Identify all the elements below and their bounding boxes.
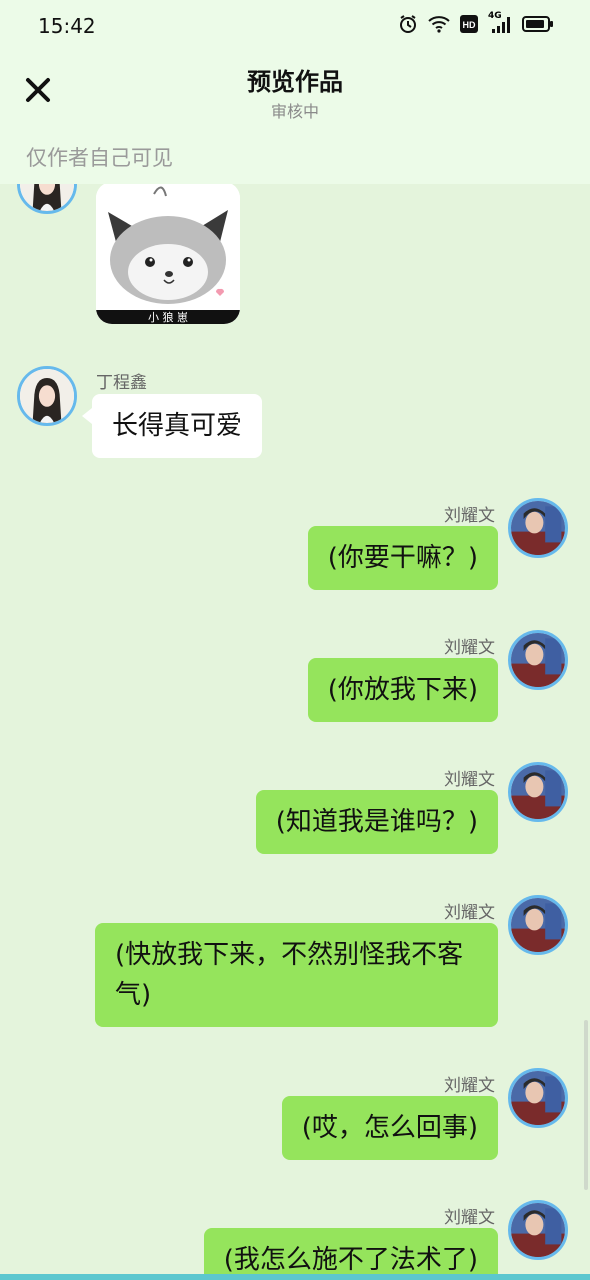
sender-name: 刘耀文 <box>444 506 495 526</box>
sender-name: 丁程鑫 <box>96 373 147 393</box>
avatar-liuyaowen[interactable] <box>508 762 568 822</box>
sender-name: 刘耀文 <box>444 770 495 790</box>
status-bar: 15:42 HD 4G <box>0 0 590 52</box>
message-bubble[interactable]: (快放我下来，不然别怪我不客气) <box>95 923 498 1027</box>
sticker-caption: 小 狼 崽 <box>148 310 188 324</box>
chat-area[interactable]: 小 狼 崽 丁程鑫 长得真可爱 刘耀文 (你要干嘛？) 刘耀文 (你放我下来) … <box>0 184 590 1280</box>
avatar-liuyaowen[interactable] <box>508 498 568 558</box>
status-icons: HD 4G <box>398 11 554 34</box>
avatar-liuyaowen[interactable] <box>508 1068 568 1128</box>
sender-name: 刘耀文 <box>444 1208 495 1228</box>
wifi-icon <box>428 15 450 33</box>
avatar-liuyaowen[interactable] <box>508 630 568 690</box>
hd-icon: HD <box>460 15 478 33</box>
svg-text:HD: HD <box>463 20 476 30</box>
alarm-icon <box>398 14 418 34</box>
status-time: 15:42 <box>38 14 96 38</box>
avatar-liuyaowen[interactable] <box>508 895 568 955</box>
sticker-image[interactable]: 小 狼 崽 <box>96 184 240 324</box>
visibility-note: 仅作者自己可见 <box>26 146 173 170</box>
header: 预览作品 审核中 仅作者自己可见 <box>0 52 590 184</box>
message-bubble[interactable]: 长得真可爱 <box>81 394 263 458</box>
message-bubble[interactable]: (我怎么施不了法术了) <box>203 1228 498 1280</box>
avatar-dingchengxin[interactable] <box>17 366 77 426</box>
avatar-liuyaowen[interactable] <box>508 1200 568 1260</box>
message-bubble[interactable]: (你要干嘛？) <box>307 526 498 590</box>
sender-name: 刘耀文 <box>444 903 495 923</box>
sender-name: 刘耀文 <box>444 638 495 658</box>
bottom-progress-bar <box>0 1274 590 1280</box>
scrollbar[interactable] <box>584 1020 588 1190</box>
message-bubble[interactable]: (你放我下来) <box>307 658 498 722</box>
network-type-label: 4G <box>488 11 502 21</box>
battery-icon <box>522 15 554 33</box>
sender-name: 刘耀文 <box>444 1076 495 1096</box>
message-bubble[interactable]: (哎，怎么回事) <box>281 1096 498 1160</box>
review-status: 审核中 <box>270 102 319 121</box>
signal-icon: 4G <box>488 11 512 33</box>
avatar-dingchengxin[interactable] <box>17 184 77 214</box>
page-title: 预览作品 <box>247 68 343 96</box>
message-bubble[interactable]: (知道我是谁吗？) <box>255 790 498 854</box>
